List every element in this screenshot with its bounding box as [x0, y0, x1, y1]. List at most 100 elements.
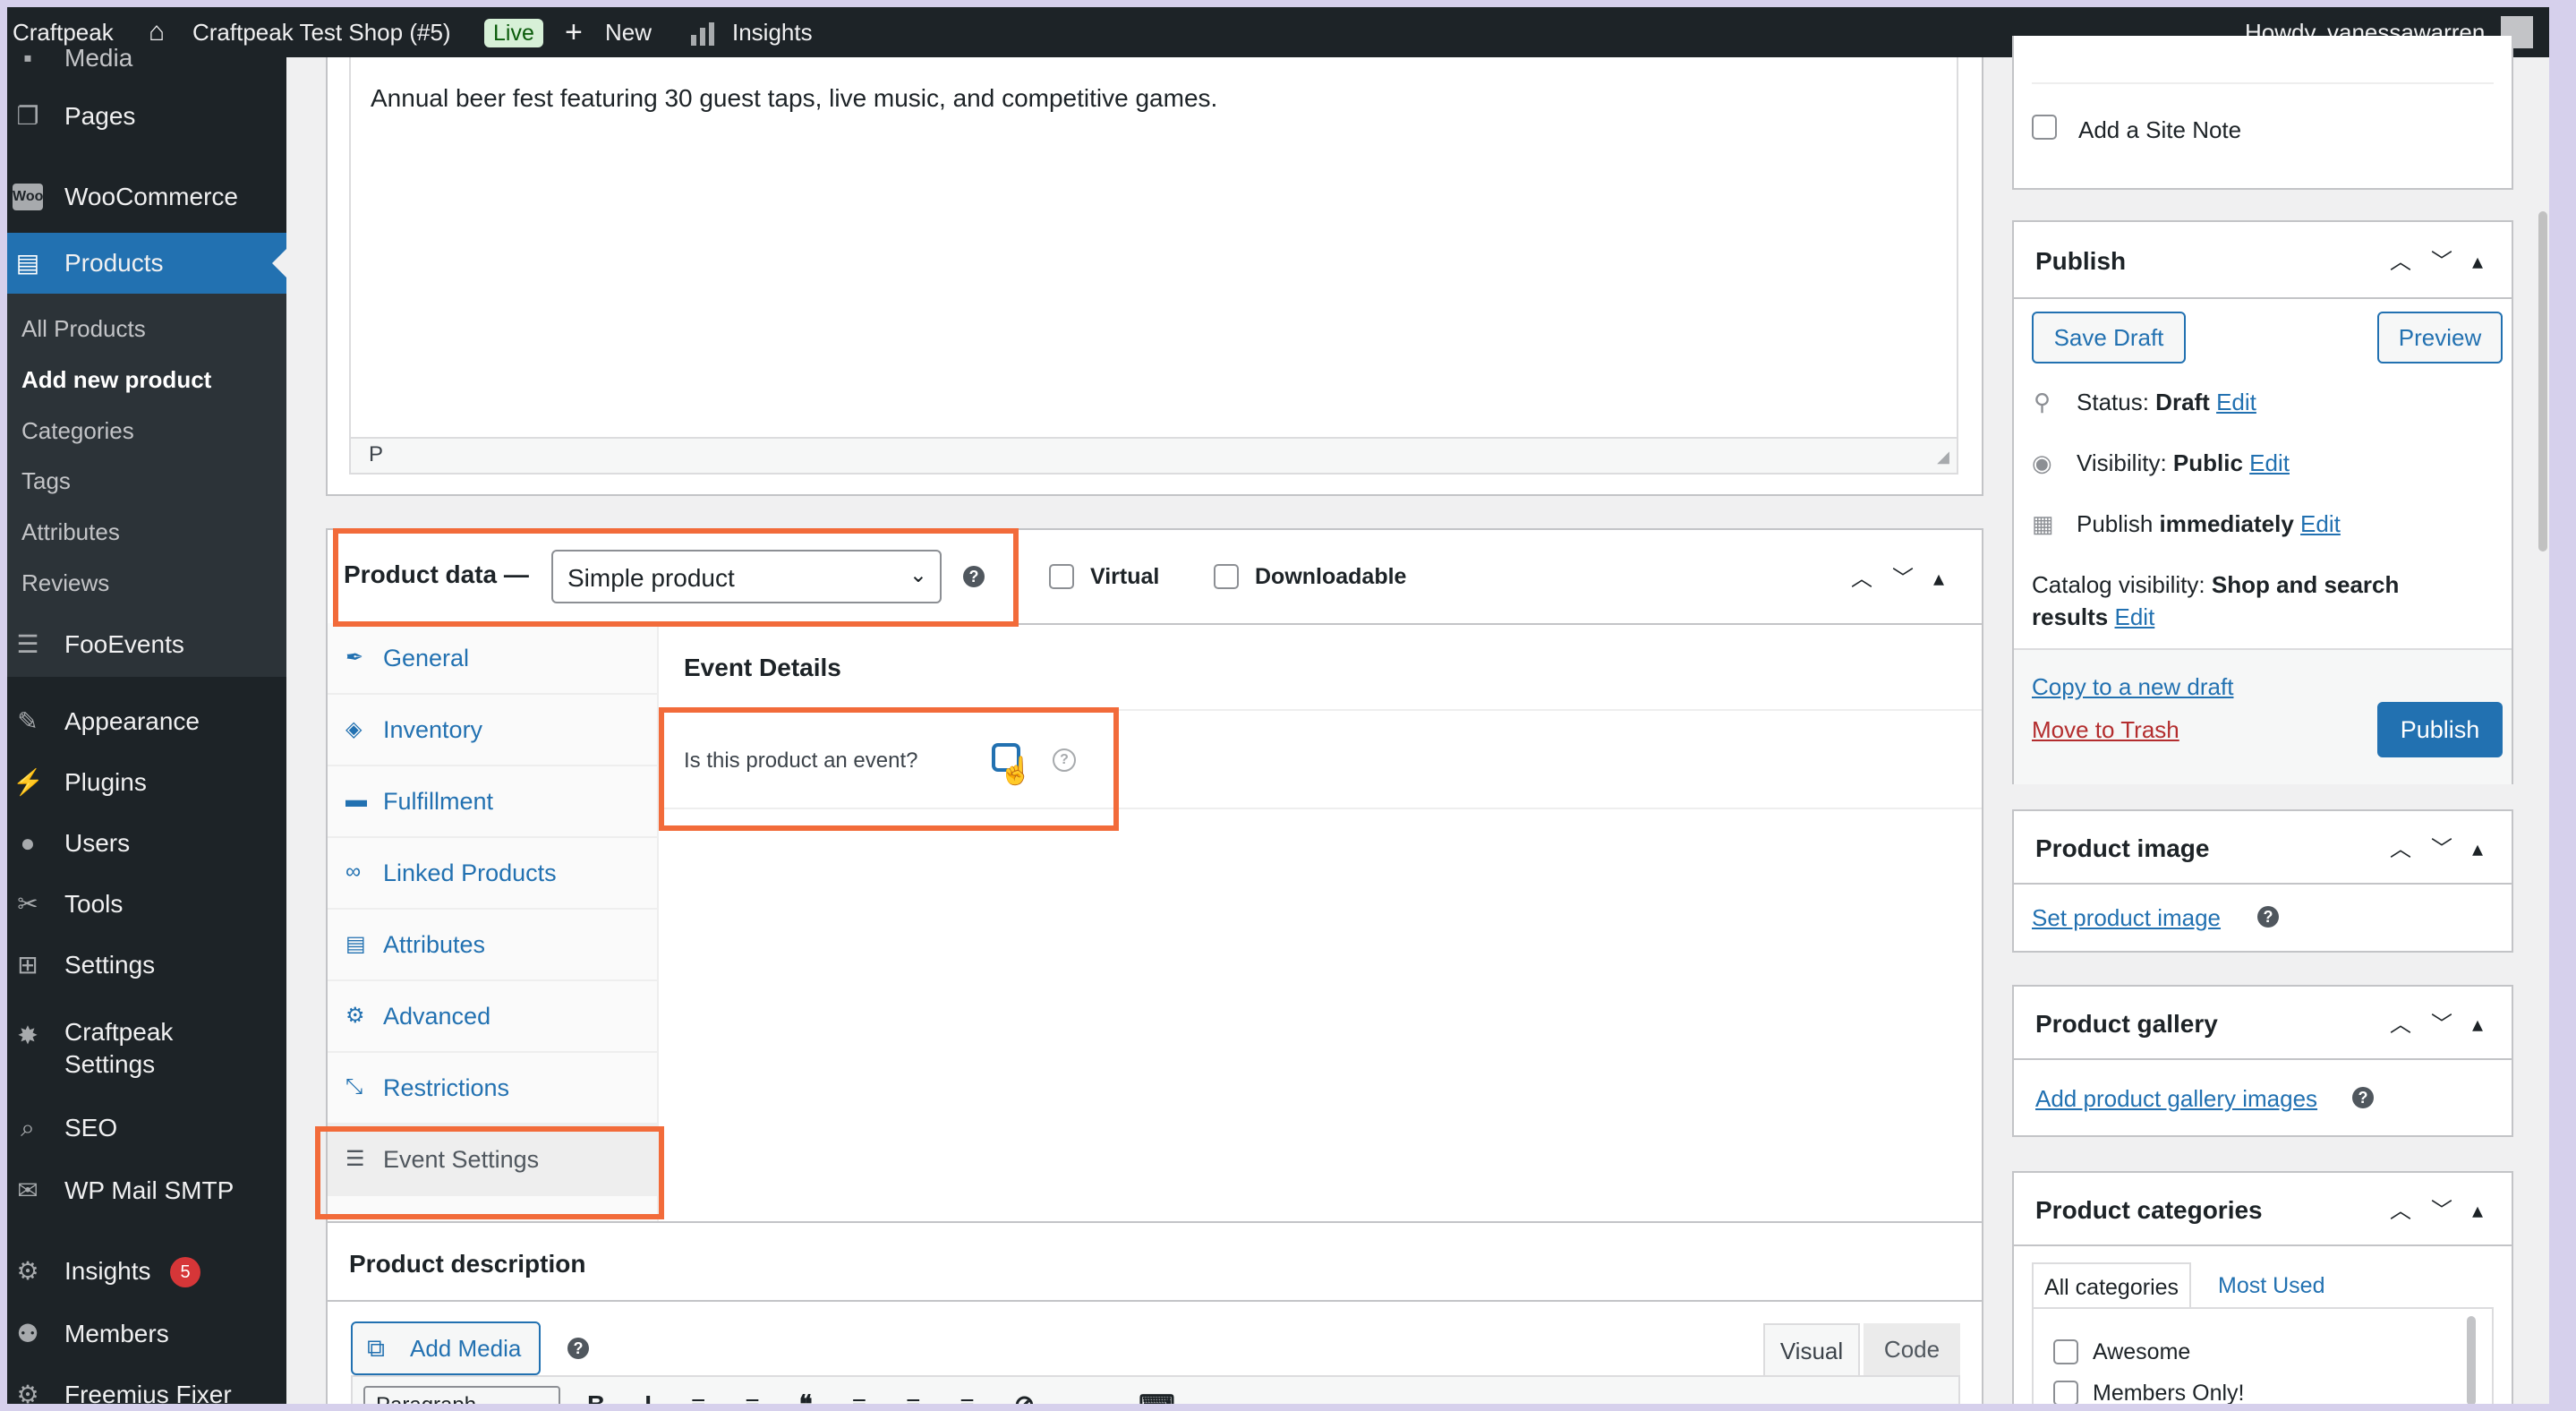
tab-code[interactable]: Code	[1864, 1323, 1960, 1375]
box-move-controls[interactable]: ︿﹀▴	[2390, 831, 2503, 862]
editor-status-bar: P ◢	[351, 437, 1957, 473]
publish-box: Publish ︿﹀▴ Save Draft Preview ⚲ Status:…	[2012, 220, 2513, 784]
sidebar-item-members[interactable]: ⚉ Members	[7, 1316, 286, 1352]
sidebar-item-products[interactable]: ▤ Products	[7, 233, 286, 294]
sidebar-item-label: Tools	[64, 890, 124, 918]
product-categories-box: Product categories ︿﹀▴ All categories Mo…	[2012, 1171, 2513, 1404]
category-checkbox[interactable]	[2053, 1339, 2078, 1364]
sidebar-item-label: WP Mail SMTP	[64, 1176, 235, 1204]
preview-button[interactable]: Preview	[2377, 312, 2503, 363]
editor-toolbar: Paragraph BI≡≡❝≡≡≡⊘▬⌨	[351, 1375, 1960, 1404]
divider	[2014, 297, 2512, 299]
set-product-image-link[interactable]: Set product image	[2032, 904, 2221, 932]
sidebar-item-settings[interactable]: ⊞ Settings	[7, 947, 286, 983]
editor-content-text[interactable]: Annual beer fest featuring 30 guest taps…	[371, 84, 1217, 113]
publish-date-edit-link[interactable]: Edit	[2300, 510, 2341, 537]
add-media-button[interactable]: ⧉ Add Media	[351, 1321, 541, 1375]
tab-all-categories[interactable]: All categories	[2032, 1262, 2191, 1309]
gear-icon: ⚙	[16, 1257, 39, 1285]
editor-iframe[interactable]: Annual beer fest featuring 30 guest taps…	[349, 57, 1958, 475]
sidebar-item-label: Insights	[64, 1257, 151, 1285]
sidebar-item-seo[interactable]: ⌕ SEO	[7, 1110, 286, 1146]
copy-to-draft-link[interactable]: Copy to a new draft	[2032, 673, 2233, 701]
sidebar-item-appearance[interactable]: ✎ Appearance	[7, 704, 286, 740]
tab-restrictions[interactable]: ⤡ Restrictions	[328, 1053, 657, 1125]
plus-icon[interactable]: +	[565, 7, 583, 57]
box-move-controls[interactable]: ︿﹀▴	[2390, 1006, 2503, 1038]
site-note-box: Add a Site Note	[2012, 36, 2513, 190]
sidebar-item-freemius-fixer[interactable]: ⚙ Freemius Fixer	[7, 1377, 286, 1404]
gear-icon: ⚙	[16, 1381, 39, 1404]
sidebar-item-label: Media	[64, 44, 133, 72]
move-to-trash-link[interactable]: Move to Trash	[2032, 716, 2179, 744]
new-link[interactable]: New	[605, 7, 652, 57]
box-move-controls[interactable]: ︿﹀▴	[1851, 560, 1964, 592]
visibility-value: Public	[2172, 449, 2243, 476]
page-scrollbar-thumb[interactable]	[2538, 211, 2547, 552]
tab-most-used[interactable]: Most Used	[2218, 1273, 2324, 1299]
tab-attributes[interactable]: ▤ Attributes	[328, 910, 657, 981]
submenu-categories[interactable]: Categories	[21, 417, 134, 445]
submenu-reviews[interactable]: Reviews	[21, 569, 109, 597]
publish-date-value: immediately	[2159, 510, 2294, 537]
format-select-value: Paragraph	[376, 1393, 476, 1404]
publish-button[interactable]: Publish	[2377, 702, 2503, 757]
save-draft-button[interactable]: Save Draft	[2032, 312, 2186, 363]
submenu-attributes[interactable]: Attributes	[21, 518, 120, 546]
category-label: Awesome	[2093, 1339, 2191, 1364]
sliders-icon: ⊞	[17, 951, 38, 979]
visibility-edit-link[interactable]: Edit	[2249, 449, 2290, 476]
submenu-tags[interactable]: Tags	[21, 467, 71, 495]
sidebar-item-woocommerce[interactable]: Woo WooCommerce	[7, 179, 286, 215]
tab-label: Attributes	[383, 931, 486, 958]
catalog-visibility-row: Catalog visibility: Shop and search	[2032, 571, 2399, 599]
divider	[328, 1300, 1982, 1302]
category-checkbox[interactable]	[2053, 1381, 2078, 1404]
status-edit-link[interactable]: Edit	[2216, 389, 2256, 415]
sidebar-item-craftpeak-settings[interactable]: ✸ Craftpeak Settings	[7, 1015, 286, 1083]
members-icon: ⚉	[16, 1320, 39, 1347]
bar-chart-icon	[689, 7, 720, 57]
pages-icon: ❐	[16, 102, 39, 130]
tab-general[interactable]: ✒ General	[328, 623, 657, 695]
site-note-checkbox[interactable]	[2032, 115, 2057, 140]
tab-advanced[interactable]: ⚙ Advanced	[328, 981, 657, 1053]
sidebar-item-media[interactable]: ▪ Media	[7, 43, 286, 73]
format-select[interactable]: Paragraph	[363, 1386, 560, 1404]
tab-inventory[interactable]: ◈ Inventory	[328, 695, 657, 766]
formatting-buttons[interactable]: BI≡≡❝≡≡≡⊘▬⌨	[587, 1390, 1215, 1404]
help-icon[interactable]: ?	[567, 1338, 589, 1359]
sidebar-item-insights[interactable]: ⚙ Insights 5	[7, 1253, 286, 1289]
sidebar-item-label: Plugins	[64, 768, 147, 796]
tab-visual[interactable]: Visual	[1763, 1323, 1860, 1375]
sidebar-item-fooevents[interactable]: ☰ FooEvents	[7, 627, 286, 663]
tab-fulfillment[interactable]: ▬ Fulfillment	[328, 766, 657, 838]
insights-link[interactable]: Insights	[732, 7, 813, 57]
submenu-all-products[interactable]: All Products	[21, 315, 146, 343]
editor-path: P	[369, 442, 384, 466]
sidebar-item-label: WooCommerce	[64, 183, 238, 210]
box-move-controls[interactable]: ︿﹀▴	[2390, 1193, 2503, 1224]
virtual-checkbox[interactable]	[1049, 564, 1074, 589]
help-icon[interactable]: ?	[2352, 1087, 2374, 1108]
catalog-value-2: results	[2032, 603, 2109, 630]
add-gallery-images-link[interactable]: Add product gallery images	[2035, 1085, 2317, 1113]
checklist-scrollbar[interactable]	[2467, 1316, 2476, 1404]
downloadable-checkbox[interactable]	[1214, 564, 1239, 589]
box-move-controls[interactable]: ︿﹀▴	[2390, 244, 2503, 275]
list-icon: ▤	[345, 932, 366, 956]
help-icon[interactable]: ?	[2257, 906, 2279, 928]
sidebar-item-wp-mail-smtp[interactable]: ✉ WP Mail SMTP	[7, 1173, 286, 1209]
resize-handle-icon[interactable]: ◢	[1937, 448, 1949, 466]
sidebar-item-tools[interactable]: ✂ Tools	[7, 886, 286, 922]
sidebar-item-pages[interactable]: ❐ Pages	[7, 98, 286, 134]
tab-linked-products[interactable]: ∞ Linked Products	[328, 838, 657, 910]
status-label: Status:	[2077, 389, 2149, 415]
page-scrollbar-track[interactable]	[2537, 57, 2549, 1404]
sidebar-item-plugins[interactable]: ⚡ Plugins	[7, 765, 286, 800]
submenu-add-new-product[interactable]: Add new product	[21, 366, 211, 394]
catalog-edit-link[interactable]: Edit	[2115, 603, 2155, 630]
sidebar-item-users[interactable]: ● Users	[7, 825, 286, 861]
highlight-event-checkbox	[659, 707, 1119, 831]
sidebar-item-label: FooEvents	[64, 630, 184, 658]
